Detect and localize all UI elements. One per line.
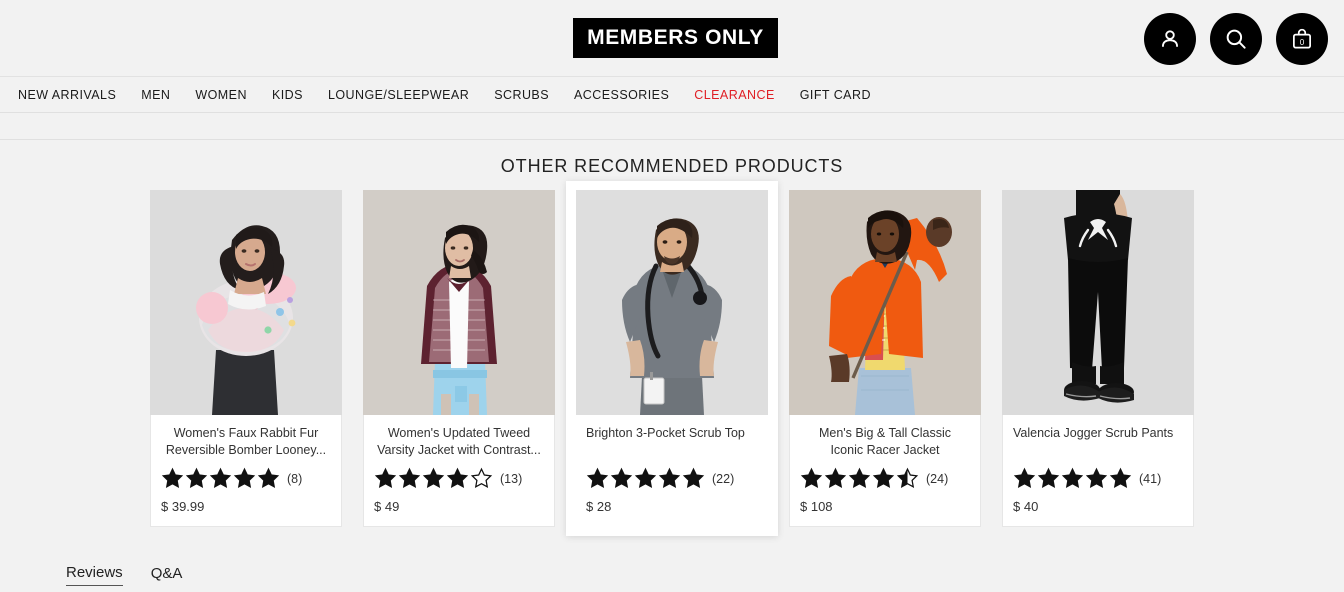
star-rating-icons (586, 467, 705, 490)
product-price: $ 39.99 (161, 499, 205, 514)
product-card-featured[interactable]: Brighton 3-Pocket Scrub Top (22) $ 28 (566, 181, 778, 536)
product-rating[interactable]: (8) (159, 467, 333, 490)
product-image-3-art (576, 190, 768, 415)
star-full-icon (872, 467, 895, 488)
star-full-icon (800, 467, 823, 488)
nav-item-kids[interactable]: KIDS (272, 88, 303, 102)
recommended-products-grid: Women's Faux Rabbit Fur Reversible Bombe… (0, 181, 1344, 536)
page-title: OTHER RECOMMENDED PRODUCTS (500, 156, 844, 176)
account-icon-button[interactable] (1144, 13, 1196, 65)
star-full-icon (374, 467, 397, 488)
search-icon (1226, 29, 1246, 49)
account-icon (1162, 30, 1178, 47)
star-rating-icons (161, 467, 280, 490)
product-price: $ 49 (374, 499, 400, 514)
nav-divider-strip (0, 113, 1344, 140)
product-info: Valencia Jogger Scrub Pants (41) $ 40 (1002, 415, 1194, 527)
product-rating[interactable]: (22) (584, 467, 760, 490)
star-full-icon (257, 467, 280, 488)
product-info: Brighton 3-Pocket Scrub Top (22) $ 28 (576, 415, 768, 526)
product-title[interactable]: Men's Big & Tall Classic Iconic Racer Ja… (798, 425, 972, 459)
nav-item-gift-card[interactable]: GIFT CARD (800, 88, 871, 102)
product-card[interactable]: Women's Updated Tweed Varsity Jacket wit… (363, 190, 555, 527)
star-full-icon (233, 467, 256, 488)
header-icon-group: 0 (1144, 13, 1328, 65)
nav-item-new-arrivals[interactable]: NEW ARRIVALS (18, 88, 116, 102)
star-full-icon (658, 467, 681, 488)
product-info: Women's Faux Rabbit Fur Reversible Bombe… (150, 415, 342, 527)
cart-count: 0 (1300, 38, 1305, 47)
review-tabs: Reviews Q&A (66, 564, 182, 586)
product-price: $ 40 (1013, 499, 1039, 514)
review-count: (22) (712, 471, 735, 486)
product-price: $ 28 (586, 499, 612, 514)
star-full-icon (185, 467, 208, 488)
star-full-icon (422, 467, 445, 488)
product-image-4-art (789, 190, 981, 415)
product-title[interactable]: Women's Updated Tweed Varsity Jacket wit… (372, 425, 546, 459)
product-image-2-art (363, 190, 555, 415)
product-rating[interactable]: (24) (798, 467, 972, 490)
star-half-icon (896, 467, 919, 488)
cart-icon-button[interactable]: 0 (1276, 13, 1328, 65)
product-card[interactable]: Women's Faux Rabbit Fur Reversible Bombe… (150, 190, 342, 527)
star-rating-icons (1013, 467, 1132, 490)
nav-item-women[interactable]: WOMEN (195, 88, 247, 102)
star-full-icon (1109, 467, 1132, 488)
review-count: (41) (1139, 471, 1162, 486)
site-header: MEMBERS ONLY 0 (0, 0, 1344, 76)
star-full-icon (586, 467, 609, 488)
star-full-icon (398, 467, 421, 488)
star-rating-icons (374, 467, 493, 490)
product-title[interactable]: Brighton 3-Pocket Scrub Top (584, 425, 760, 459)
site-logo[interactable]: MEMBERS ONLY (573, 18, 778, 58)
star-full-icon (209, 467, 232, 488)
nav-item-accessories[interactable]: ACCESSORIES (574, 88, 669, 102)
product-title[interactable]: Valencia Jogger Scrub Pants (1011, 425, 1185, 459)
product-image[interactable] (1002, 190, 1194, 415)
star-full-icon (161, 467, 184, 488)
star-rating-icons (800, 467, 919, 490)
product-info: Women's Updated Tweed Varsity Jacket wit… (363, 415, 555, 527)
review-count: (13) (500, 471, 523, 486)
nav-item-men[interactable]: MEN (141, 88, 170, 102)
product-image[interactable] (363, 190, 555, 415)
star-full-icon (1013, 467, 1036, 488)
product-page: MEMBERS ONLY 0 NEW ARRIVALS MEN WOMEN KI… (0, 0, 1344, 592)
star-full-icon (1061, 467, 1084, 488)
product-card[interactable]: Valencia Jogger Scrub Pants (41) $ 40 (1002, 190, 1194, 527)
star-full-icon (1085, 467, 1108, 488)
review-count: (24) (926, 471, 949, 486)
product-image-5-art (1002, 190, 1194, 415)
star-full-icon (848, 467, 871, 488)
product-rating[interactable]: (13) (372, 467, 546, 490)
product-card[interactable]: Men's Big & Tall Classic Iconic Racer Ja… (789, 190, 981, 527)
nav-item-scrubs[interactable]: SCRUBS (494, 88, 549, 102)
tab-qa[interactable]: Q&A (151, 565, 183, 586)
product-image[interactable] (789, 190, 981, 415)
search-icon-button[interactable] (1210, 13, 1262, 65)
star-full-icon (1037, 467, 1060, 488)
product-rating[interactable]: (41) (1011, 467, 1185, 490)
product-image-1-art (150, 190, 342, 415)
main-navigation: NEW ARRIVALS MEN WOMEN KIDS LOUNGE/SLEEP… (0, 76, 1344, 113)
cart-icon: 0 (1293, 28, 1311, 49)
product-title[interactable]: Women's Faux Rabbit Fur Reversible Bombe… (159, 425, 333, 459)
review-count: (8) (287, 471, 303, 486)
nav-item-lounge-sleepwear[interactable]: LOUNGE/SLEEPWEAR (328, 88, 469, 102)
nav-item-clearance[interactable]: CLEARANCE (694, 88, 774, 102)
star-full-icon (446, 467, 469, 488)
product-info: Men's Big & Tall Classic Iconic Racer Ja… (789, 415, 981, 527)
tab-reviews[interactable]: Reviews (66, 564, 123, 586)
star-empty-icon (470, 467, 493, 488)
star-full-icon (610, 467, 633, 488)
product-image[interactable] (576, 190, 768, 415)
star-full-icon (682, 467, 705, 488)
product-image[interactable] (150, 190, 342, 415)
star-full-icon (824, 467, 847, 488)
product-price: $ 108 (800, 499, 833, 514)
star-full-icon (634, 467, 657, 488)
